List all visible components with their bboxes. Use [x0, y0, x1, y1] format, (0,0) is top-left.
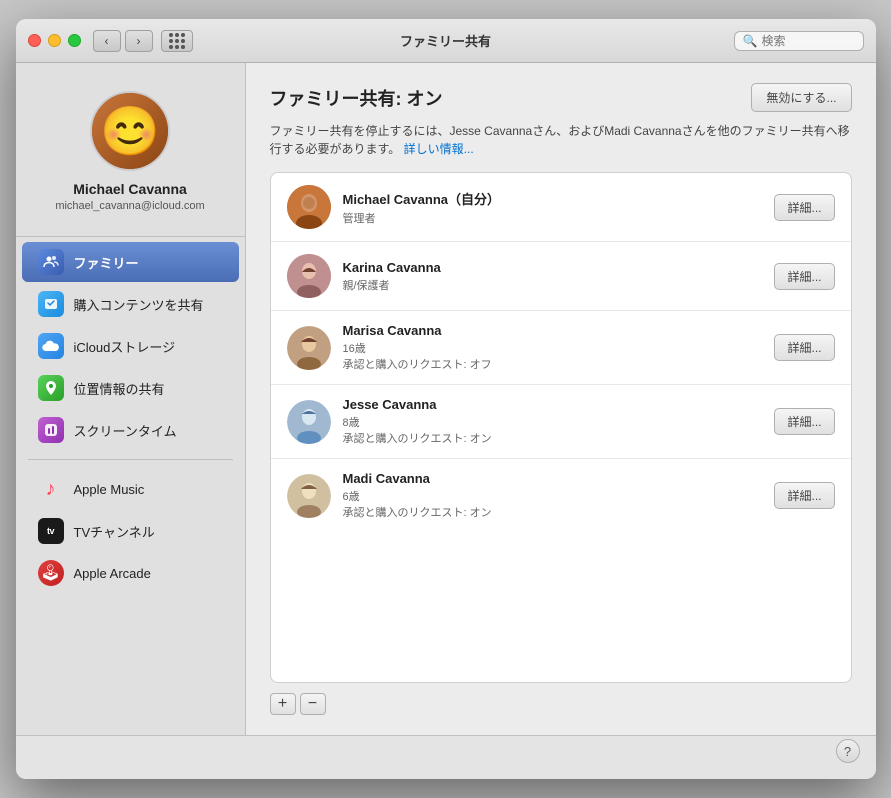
user-email: michael_cavanna@icloud.com [55, 200, 204, 212]
member-name: Marisa Cavanna [343, 323, 763, 338]
member-avatar-karina [287, 254, 331, 298]
sidebar-item-tv-channels[interactable]: tv TVチャンネル [22, 511, 239, 551]
member-avatar-marisa [287, 326, 331, 370]
forward-icon: › [137, 34, 141, 48]
member-info-marisa: Marisa Cavanna 16歳 承認と購入のリクエスト: オフ [343, 323, 763, 372]
content-area: Michael Cavanna michael_cavanna@icloud.c… [16, 63, 876, 735]
back-icon: ‹ [105, 34, 109, 48]
screentime-icon [38, 417, 64, 443]
member-role: 16歳 承認と購入のリクエスト: オフ [343, 340, 763, 372]
sidebar-label-location: 位置情報の共有 [74, 379, 165, 398]
main-window: ‹ › ファミリー共有 🔍 [16, 19, 876, 779]
member-name: Jesse Cavanna [343, 397, 763, 412]
titlebar: ‹ › ファミリー共有 🔍 [16, 19, 876, 63]
sidebar: Michael Cavanna michael_cavanna@icloud.c… [16, 63, 246, 735]
detail-button-michael[interactable]: 詳細... [774, 194, 834, 221]
nav-buttons: ‹ › [93, 30, 193, 52]
detail-button-jesse[interactable]: 詳細... [774, 408, 834, 435]
add-member-button[interactable]: + [270, 693, 296, 715]
location-icon [38, 375, 64, 401]
grid-button[interactable] [161, 30, 193, 52]
member-info-jesse: Jesse Cavanna 8歳 承認と購入のリクエスト: オン [343, 397, 763, 446]
tv-icon: tv [38, 518, 64, 544]
help-button[interactable]: ? [836, 739, 860, 763]
grid-icon [169, 33, 185, 49]
detail-button-marisa[interactable]: 詳細... [774, 334, 834, 361]
table-row: Michael Cavanna（自分） 管理者 詳細... [271, 173, 851, 242]
sidebar-label-tv-channels: TVチャンネル [74, 522, 155, 541]
traffic-lights [28, 34, 81, 47]
arcade-icon: 🕹 [38, 560, 64, 586]
sidebar-item-apple-music[interactable]: ♪ Apple Music [22, 469, 239, 509]
window-title: ファミリー共有 [400, 31, 491, 50]
purchase-icon [38, 291, 64, 317]
search-icon: 🔍 [743, 34, 758, 48]
search-input[interactable] [761, 34, 851, 48]
member-role: 6歳 承認と購入のリクエスト: オン [343, 488, 763, 520]
member-avatar-madi [287, 474, 331, 518]
disable-button[interactable]: 無効にする... [751, 83, 851, 112]
table-row: Madi Cavanna 6歳 承認と購入のリクエスト: オン 詳細... [271, 459, 851, 532]
member-name: Madi Cavanna [343, 471, 763, 486]
window-footer: ? [16, 735, 876, 779]
sidebar-label-apple-arcade: Apple Arcade [74, 566, 151, 581]
user-name: Michael Cavanna [73, 181, 187, 197]
sidebar-item-location[interactable]: 位置情報の共有 [22, 368, 239, 408]
table-row: Jesse Cavanna 8歳 承認と購入のリクエスト: オン 詳細... [271, 385, 851, 459]
sidebar-label-screentime: スクリーンタイム [74, 421, 177, 440]
description: ファミリー共有を停止するには、Jesse Cavannaさん、およびMadi C… [270, 122, 852, 158]
close-button[interactable] [28, 34, 41, 47]
search-box[interactable]: 🔍 [734, 31, 864, 51]
sidebar-divider-1 [16, 236, 245, 237]
avatar [90, 91, 170, 171]
avatar-image [92, 93, 168, 169]
member-avatar-jesse [287, 400, 331, 444]
family-icon [38, 249, 64, 275]
member-role: 8歳 承認と購入のリクエスト: オン [343, 414, 763, 446]
member-info-madi: Madi Cavanna 6歳 承認と購入のリクエスト: オン [343, 471, 763, 520]
member-name: Karina Cavanna [343, 260, 763, 275]
sidebar-label-icloud: iCloudストレージ [74, 337, 176, 356]
member-role: 親/保護者 [343, 277, 763, 293]
sidebar-label-apple-music: Apple Music [74, 482, 145, 497]
minimize-button[interactable] [48, 34, 61, 47]
members-list: Michael Cavanna（自分） 管理者 詳細... [270, 172, 852, 683]
sidebar-item-purchase[interactable]: 購入コンテンツを共有 [22, 284, 239, 324]
sidebar-divider-2 [28, 459, 233, 460]
maximize-button[interactable] [68, 34, 81, 47]
back-button[interactable]: ‹ [93, 30, 121, 52]
detail-button-karina[interactable]: 詳細... [774, 263, 834, 290]
bottom-toolbar: + − [270, 693, 852, 715]
music-icon: ♪ [38, 476, 64, 502]
sidebar-label-family: ファミリー [74, 253, 139, 272]
member-info-michael: Michael Cavanna（自分） 管理者 [343, 189, 763, 226]
main-panel: ファミリー共有: オン 無効にする... ファミリー共有を停止するには、Jess… [246, 63, 876, 735]
panel-title: ファミリー共有: オン [270, 85, 443, 111]
icloud-icon [38, 333, 64, 359]
member-name: Michael Cavanna（自分） [343, 189, 763, 208]
sidebar-item-screentime[interactable]: スクリーンタイム [22, 410, 239, 450]
remove-member-button[interactable]: − [300, 693, 326, 715]
table-row: Marisa Cavanna 16歳 承認と購入のリクエスト: オフ 詳細... [271, 311, 851, 385]
learn-more-link[interactable]: 詳しい情報... [404, 142, 474, 156]
member-role: 管理者 [343, 210, 763, 226]
user-profile: Michael Cavanna michael_cavanna@icloud.c… [16, 75, 245, 232]
member-info-karina: Karina Cavanna 親/保護者 [343, 260, 763, 293]
member-avatar-michael [287, 185, 331, 229]
sidebar-item-icloud[interactable]: iCloudストレージ [22, 326, 239, 366]
sidebar-label-purchase: 購入コンテンツを共有 [74, 295, 204, 314]
forward-button[interactable]: › [125, 30, 153, 52]
sidebar-item-apple-arcade[interactable]: 🕹 Apple Arcade [22, 553, 239, 593]
sidebar-item-family[interactable]: ファミリー [22, 242, 239, 282]
detail-button-madi[interactable]: 詳細... [774, 482, 834, 509]
panel-header: ファミリー共有: オン 無効にする... [270, 83, 852, 112]
table-row: Karina Cavanna 親/保護者 詳細... [271, 242, 851, 311]
